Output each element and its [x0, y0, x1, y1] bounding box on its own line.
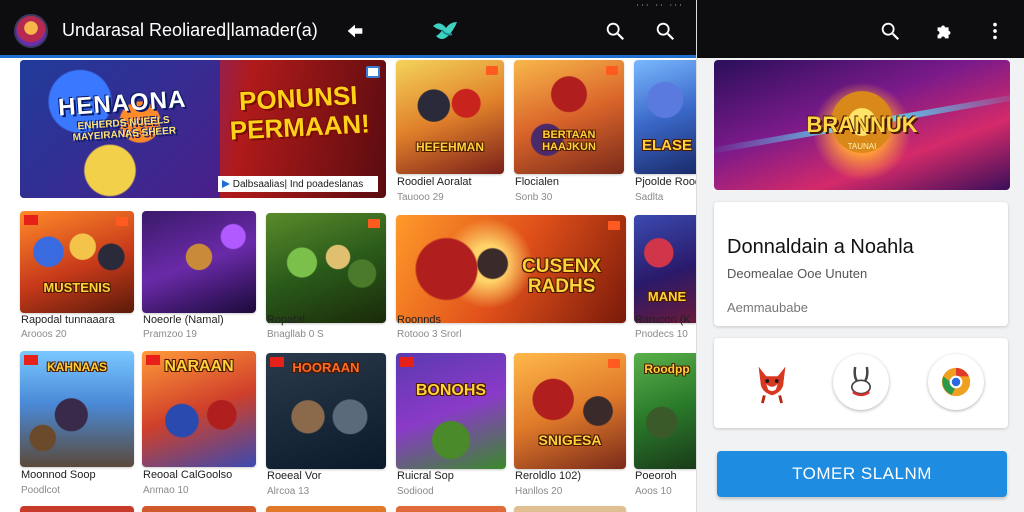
- game-title[interactable]: Roeeal Vor: [267, 470, 321, 482]
- game-title[interactable]: Moonnod Soop: [21, 469, 96, 481]
- game-logo-text: CUSENX RADHS: [522, 256, 602, 298]
- featured-title: BRANNUK: [806, 112, 918, 137]
- game-logo-text: ELASE: [641, 136, 692, 154]
- game-meta: Anmao 10: [143, 485, 189, 496]
- game-tile[interactable]: [142, 506, 256, 512]
- game-tile[interactable]: SNIGESA: [514, 353, 626, 469]
- game-tile[interactable]: HOORAAN: [266, 353, 386, 469]
- game-logo-text: HEFEHMAN: [416, 139, 484, 154]
- game-meta: Sadlta: [635, 192, 664, 203]
- game-title[interactable]: Noeorle (Namal): [143, 314, 224, 326]
- game-logo-text: Roodpp: [644, 362, 690, 376]
- game-title[interactable]: Flocialen: [515, 176, 559, 188]
- game-art: [634, 215, 696, 323]
- game-tile[interactable]: [266, 213, 386, 323]
- game-tile[interactable]: Roodpp: [634, 353, 696, 469]
- game-meta: Sodiood: [397, 486, 434, 497]
- game-logo-text: SNIGESA: [538, 432, 602, 449]
- more-vert-icon[interactable]: [980, 16, 1010, 46]
- game-tile[interactable]: ELASE: [634, 60, 696, 174]
- game-meta: Arooos 20: [21, 329, 67, 340]
- search-icon[interactable]: [875, 16, 905, 46]
- featured-subtitle: TAUNAI: [847, 142, 877, 151]
- game-tile[interactable]: [266, 506, 386, 512]
- featured-banner[interactable]: BRANNUK TAUNAI: [714, 60, 1010, 190]
- game-meta: Tauooo 29: [397, 192, 444, 203]
- game-logo-text: MANE: [647, 288, 687, 304]
- game-meta: Pnodecs 10: [635, 329, 688, 340]
- app-title: Undarasal Reoliared|lamader(a): [62, 20, 318, 40]
- app-bar: ⋅⋅⋅ ⋅⋅ ⋅⋅⋅ Undarasal Reoliared|lamader(a…: [0, 0, 696, 58]
- screen: ⋅⋅⋅ ⋅⋅ ⋅⋅⋅ Undarasal Reoliared|lamader(a…: [0, 0, 1024, 512]
- apps-card: [714, 338, 1008, 428]
- info-title: Donnaldain a Noahla: [727, 236, 914, 258]
- info-subtitle: Deomealae Ooe Unuten: [727, 266, 868, 281]
- game-art: [142, 211, 256, 313]
- search-icon[interactable]: [600, 16, 630, 46]
- status-indicators: ⋅⋅⋅ ⋅⋅ ⋅⋅⋅: [636, 0, 684, 10]
- rabbit-app-icon[interactable]: [833, 354, 889, 410]
- fullscreen-icon[interactable]: [366, 66, 380, 78]
- game-art: [514, 353, 626, 469]
- game-tile[interactable]: BERTAAN HAAJKUN: [514, 60, 624, 174]
- bird-logo-icon[interactable]: [430, 16, 460, 46]
- game-tile[interactable]: KAHNAAS: [20, 351, 134, 467]
- main-pane: ⋅⋅⋅ ⋅⋅ ⋅⋅⋅ Undarasal Reoliared|lamader(a…: [0, 0, 696, 512]
- game-meta: Hanllos 20: [515, 486, 563, 497]
- game-art: [514, 60, 624, 174]
- primary-action-button[interactable]: TOMER SLALNM: [717, 451, 1007, 497]
- game-title[interactable]: Poeoroh: [635, 470, 677, 482]
- chrome-style-icon[interactable]: [928, 354, 984, 410]
- game-title[interactable]: Reooal CalGoolso: [143, 469, 232, 481]
- game-art: [20, 211, 134, 313]
- info-meta: Aemmaubabe: [727, 300, 808, 315]
- game-logo-text: BERTAAN HAAJKUN: [542, 129, 596, 153]
- game-art: [266, 213, 386, 323]
- game-tile[interactable]: [396, 506, 506, 512]
- game-logo-text: NARAAN: [164, 358, 234, 375]
- game-tile[interactable]: [142, 211, 256, 313]
- game-title[interactable]: Rarucon (K: [635, 314, 691, 326]
- game-title[interactable]: Reroldlo 102): [515, 470, 581, 482]
- avatar[interactable]: [14, 14, 48, 48]
- game-tile[interactable]: NARAAN: [142, 351, 256, 467]
- game-meta: Sonb 30: [515, 192, 553, 203]
- game-title[interactable]: Rapodal tunnaaara: [21, 314, 115, 326]
- game-tile[interactable]: [20, 506, 134, 512]
- game-logo-text: BONOHS: [415, 382, 487, 399]
- game-tile[interactable]: CUSENX RADHS: [396, 215, 626, 323]
- game-title[interactable]: Ropatal: [267, 314, 305, 326]
- game-title[interactable]: Roodiel Aoralat: [397, 176, 472, 188]
- puzzle-icon[interactable]: [929, 16, 959, 46]
- hero-right-logo: PONUNSI PERMAAN!: [215, 80, 384, 146]
- game-tile[interactable]: [514, 506, 626, 512]
- game-meta: Alrcoa 13: [267, 486, 310, 497]
- back-arrow-icon[interactable]: [340, 16, 370, 46]
- info-card[interactable]: Donnaldain a Noahla Deomealae Ooe Unuten…: [714, 202, 1008, 326]
- game-meta: Rotooo 3 Srorl: [397, 329, 462, 340]
- game-meta: Pramzoo 19: [143, 329, 197, 340]
- search-icon[interactable]: [650, 16, 680, 46]
- game-meta: Poodlcot: [21, 485, 60, 496]
- game-art: [396, 353, 506, 469]
- hero-ribbon: Dalbsaalias| Ind poadeslanas: [218, 176, 378, 192]
- detail-app-bar: [697, 0, 1024, 58]
- game-title[interactable]: Roonnds: [397, 314, 441, 326]
- game-tile[interactable]: BONOHS: [396, 353, 506, 469]
- detail-pane: BRANNUK TAUNAI Donnaldain a Noahla Deome…: [696, 0, 1024, 512]
- game-art: [634, 60, 696, 174]
- fox-mascot-icon[interactable]: [744, 354, 800, 410]
- game-meta: Aoos 10: [635, 486, 672, 497]
- game-tile[interactable]: HEFEHMAN: [396, 60, 504, 174]
- game-logo-text: KAHNAAS: [47, 360, 107, 374]
- game-art: [396, 60, 504, 174]
- game-tile[interactable]: MUSTENIS: [20, 211, 134, 313]
- game-logo-text: MUSTENIS: [43, 280, 111, 295]
- game-tile[interactable]: MANE: [634, 215, 696, 323]
- game-title[interactable]: Ruicral Sop: [397, 470, 454, 482]
- game-title[interactable]: Pjoolde Roods: [635, 176, 696, 188]
- game-meta: Bnagllab 0 S: [267, 329, 324, 340]
- hero-banner[interactable]: HENAONA ENHERDS NUEELS MAYEIRANAS SHEER …: [20, 60, 386, 198]
- game-logo-text: HOORAAN: [292, 360, 360, 375]
